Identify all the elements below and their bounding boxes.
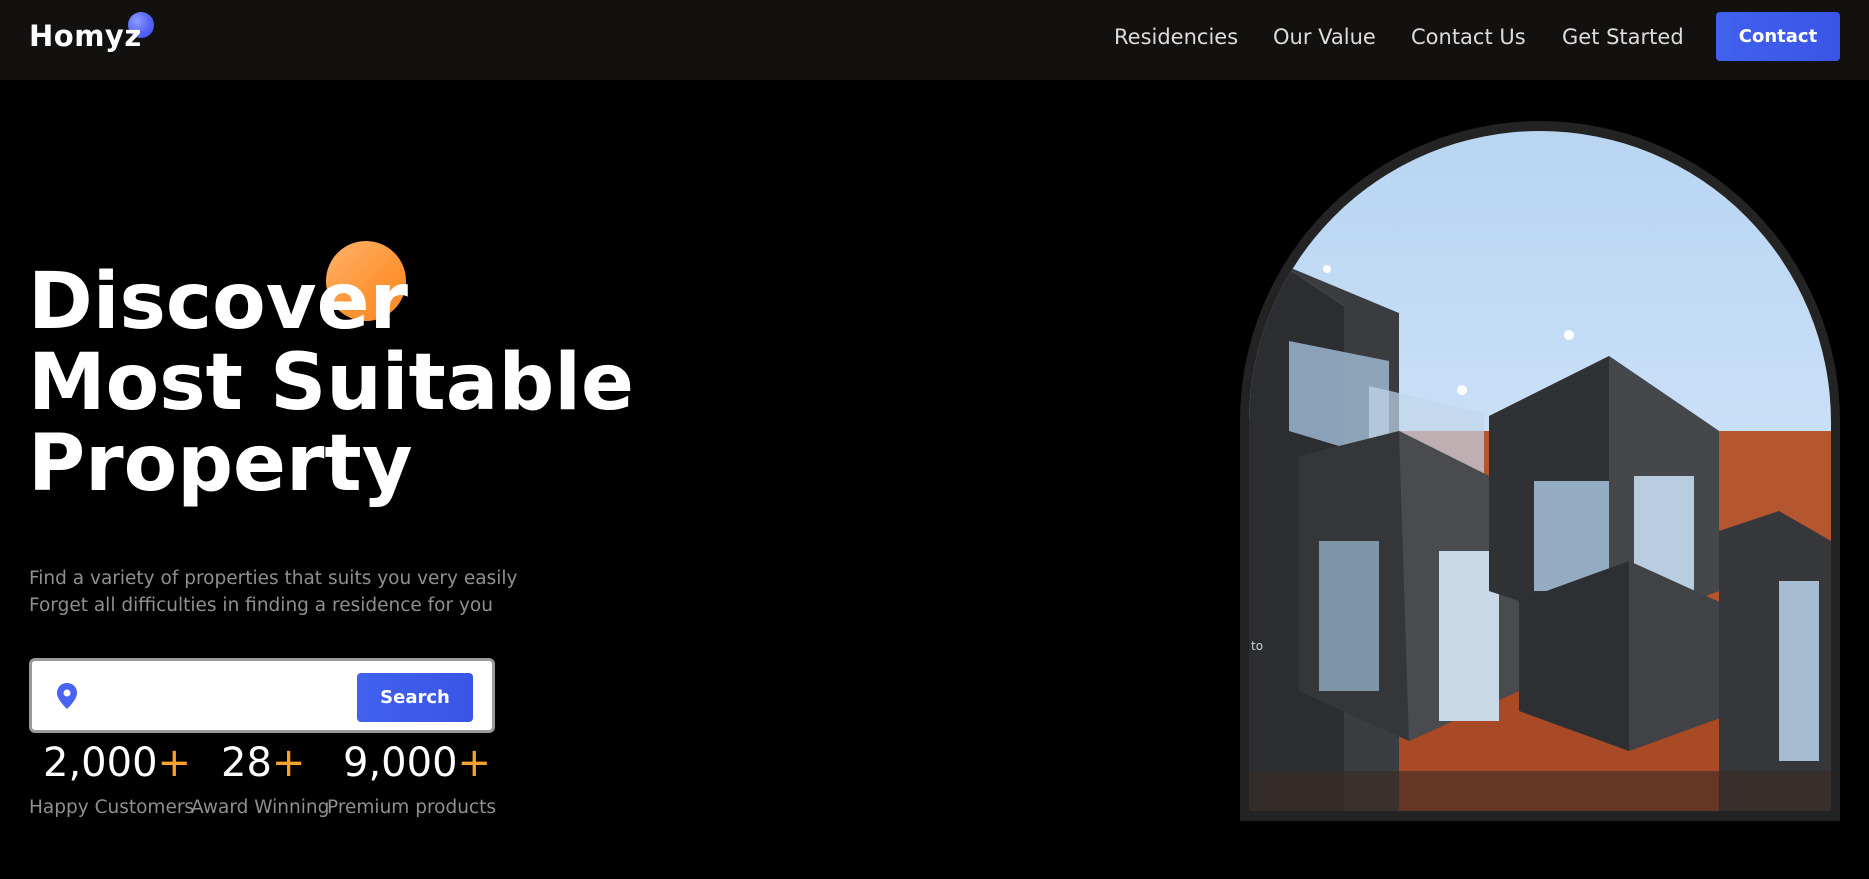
stat-customers-value: 2,000 xyxy=(43,740,158,786)
hero-subtitle-line-1: Find a variety of properties that suits … xyxy=(29,568,518,589)
hero-title-line-1: Discover xyxy=(28,257,408,347)
search-bar: Search xyxy=(29,658,495,733)
stat-products-value: 9,000 xyxy=(343,740,458,786)
stat-customers-label: Happy Customers xyxy=(29,797,195,818)
image-overlay-text: to xyxy=(1251,639,1264,653)
hero-image-frame xyxy=(1240,121,1840,821)
search-input[interactable] xyxy=(94,675,374,717)
hero-subtitle-line-2: Forget all difficulties in finding a res… xyxy=(29,595,493,616)
stat-awards-label: Award Winning xyxy=(191,797,330,818)
building-illustration xyxy=(1249,263,1831,811)
stat-products-label: Premium products xyxy=(327,797,496,818)
stat-awards-value: 28 xyxy=(221,740,272,786)
nav-link-contact-us[interactable]: Contact Us xyxy=(1411,24,1526,50)
nav-link-our-value[interactable]: Our Value xyxy=(1273,24,1376,50)
stat-customers: 2,000+ xyxy=(43,738,191,788)
hero-title-line-2: Most Suitable xyxy=(28,338,634,428)
site-header: Homyz Residencies Our Value Contact Us G… xyxy=(0,0,1869,80)
hero-image xyxy=(1249,131,1831,811)
hero-subtitle: Find a variety of properties that suits … xyxy=(29,565,517,619)
stat-products: 9,000+ xyxy=(343,738,491,788)
hero-title: Discover Most Suitable Property xyxy=(28,262,634,505)
nav-link-residencies[interactable]: Residencies xyxy=(1114,24,1238,50)
nav-link-get-started[interactable]: Get Started xyxy=(1562,24,1684,50)
hero-title-line-3: Property xyxy=(28,419,413,509)
contact-button[interactable]: Contact xyxy=(1716,12,1840,61)
brand-logo[interactable]: Homyz xyxy=(29,16,142,56)
stat-products-plus: + xyxy=(457,740,492,786)
brand-name[interactable]: Homyz xyxy=(29,19,142,53)
stat-awards-plus: + xyxy=(271,740,306,786)
location-pin-icon xyxy=(57,683,77,709)
stat-customers-plus: + xyxy=(157,740,192,786)
search-button[interactable]: Search xyxy=(357,673,473,722)
stat-awards: 28+ xyxy=(221,738,305,788)
